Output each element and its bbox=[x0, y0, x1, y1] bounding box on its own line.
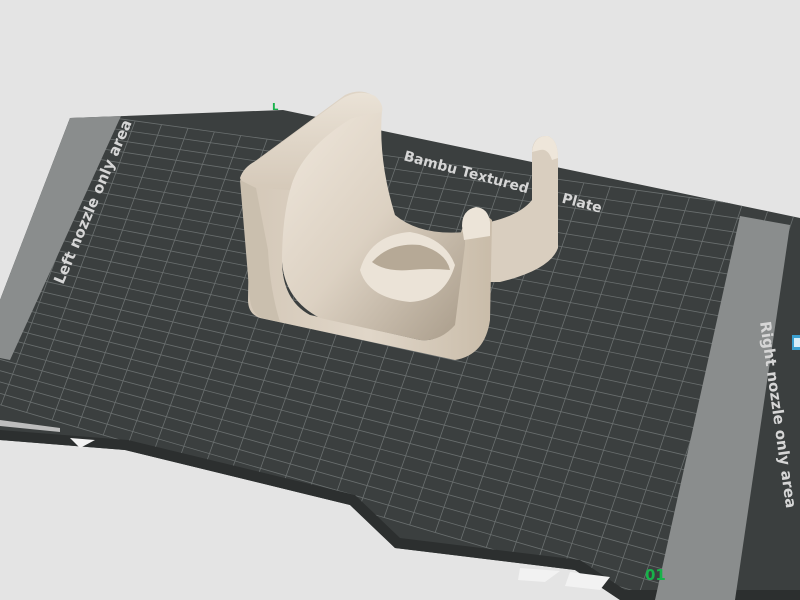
3d-viewport[interactable]: Left nozzle only area Right nozzle only … bbox=[0, 0, 800, 600]
plate-corner-mark: L bbox=[272, 102, 279, 113]
edge-tab[interactable] bbox=[792, 335, 800, 350]
viewport-canvas[interactable]: Left nozzle only area Right nozzle only … bbox=[0, 0, 800, 600]
plate-number[interactable]: 01 bbox=[645, 566, 666, 584]
